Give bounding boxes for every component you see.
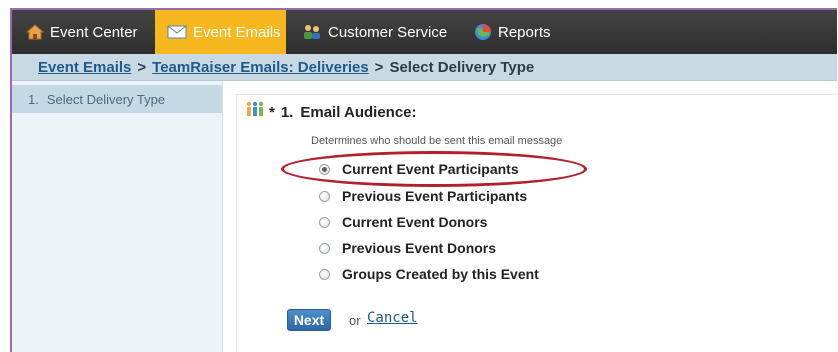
radio-button[interactable] [319, 268, 330, 280]
sidebar-item-number: 1. [28, 91, 39, 107]
people-icon [302, 24, 322, 40]
tab-reports[interactable]: Reports [474, 10, 551, 54]
option-label: Previous Event Participants [342, 188, 528, 204]
house-icon [26, 24, 44, 40]
main-content: * 1. Email Audience: Determines who shou… [236, 94, 837, 352]
tab-event-center-label: Event Center [50, 23, 138, 41]
breadcrumb-current: Select Delivery Type [389, 58, 535, 76]
tab-customer-service-label: Customer Service [328, 23, 448, 41]
option-current-event-participants[interactable]: Current Event Participants [319, 161, 519, 177]
breadcrumb-link-event-emails[interactable]: Event Emails [38, 59, 131, 76]
app-frame: Event Center Event Emails Customer Servi… [10, 8, 837, 352]
option-previous-event-donors[interactable]: Previous Event Donors [319, 240, 496, 256]
breadcrumb-separator: > [137, 58, 147, 76]
option-label: Previous Event Donors [342, 240, 497, 256]
cancel-link[interactable]: Cancel [367, 310, 418, 326]
section-number: 1. [280, 103, 294, 121]
option-label: Current Event Participants [342, 161, 519, 177]
breadcrumb-link-teamraiser-deliveries[interactable]: TeamRaiser Emails: Deliveries [152, 59, 369, 76]
option-current-event-donors[interactable]: Current Event Donors [319, 214, 487, 230]
breadcrumb: Event Emails > TeamRaiser Emails: Delive… [12, 54, 837, 81]
radio-button[interactable] [319, 163, 330, 175]
radio-button[interactable] [319, 216, 330, 228]
wizard-sidebar: 1. Select Delivery Type [12, 81, 223, 352]
tab-event-center[interactable]: Event Center [26, 10, 138, 54]
sidebar-item-select-delivery-type[interactable]: 1. Select Delivery Type [12, 85, 222, 113]
breadcrumb-separator: > [374, 58, 384, 76]
envelope-icon [167, 25, 187, 39]
or-text: or [349, 313, 361, 328]
required-mark: * [269, 103, 275, 121]
option-label: Groups Created by this Event [342, 266, 539, 282]
radio-button[interactable] [319, 190, 330, 202]
next-button[interactable]: Next [287, 309, 331, 331]
section-heading: Email Audience: [300, 103, 417, 121]
option-groups-created-by-event[interactable]: Groups Created by this Event [319, 266, 539, 282]
tab-event-emails[interactable]: Event Emails [155, 10, 286, 54]
section-help-text: Determines who should be sent this email… [311, 135, 563, 147]
tab-customer-service[interactable]: Customer Service [302, 10, 447, 54]
tab-event-emails-label: Event Emails [193, 23, 281, 41]
audience-icon [245, 101, 265, 123]
sidebar-item-label: Select Delivery Type [46, 91, 166, 107]
section-title: * 1. Email Audience: [245, 101, 417, 123]
tab-reports-label: Reports [498, 23, 551, 41]
globe-chart-icon [474, 23, 492, 41]
option-label: Current Event Donors [342, 214, 488, 230]
option-previous-event-participants[interactable]: Previous Event Participants [319, 188, 527, 204]
top-navigation: Event Center Event Emails Customer Servi… [12, 10, 837, 54]
radio-button[interactable] [319, 242, 330, 254]
